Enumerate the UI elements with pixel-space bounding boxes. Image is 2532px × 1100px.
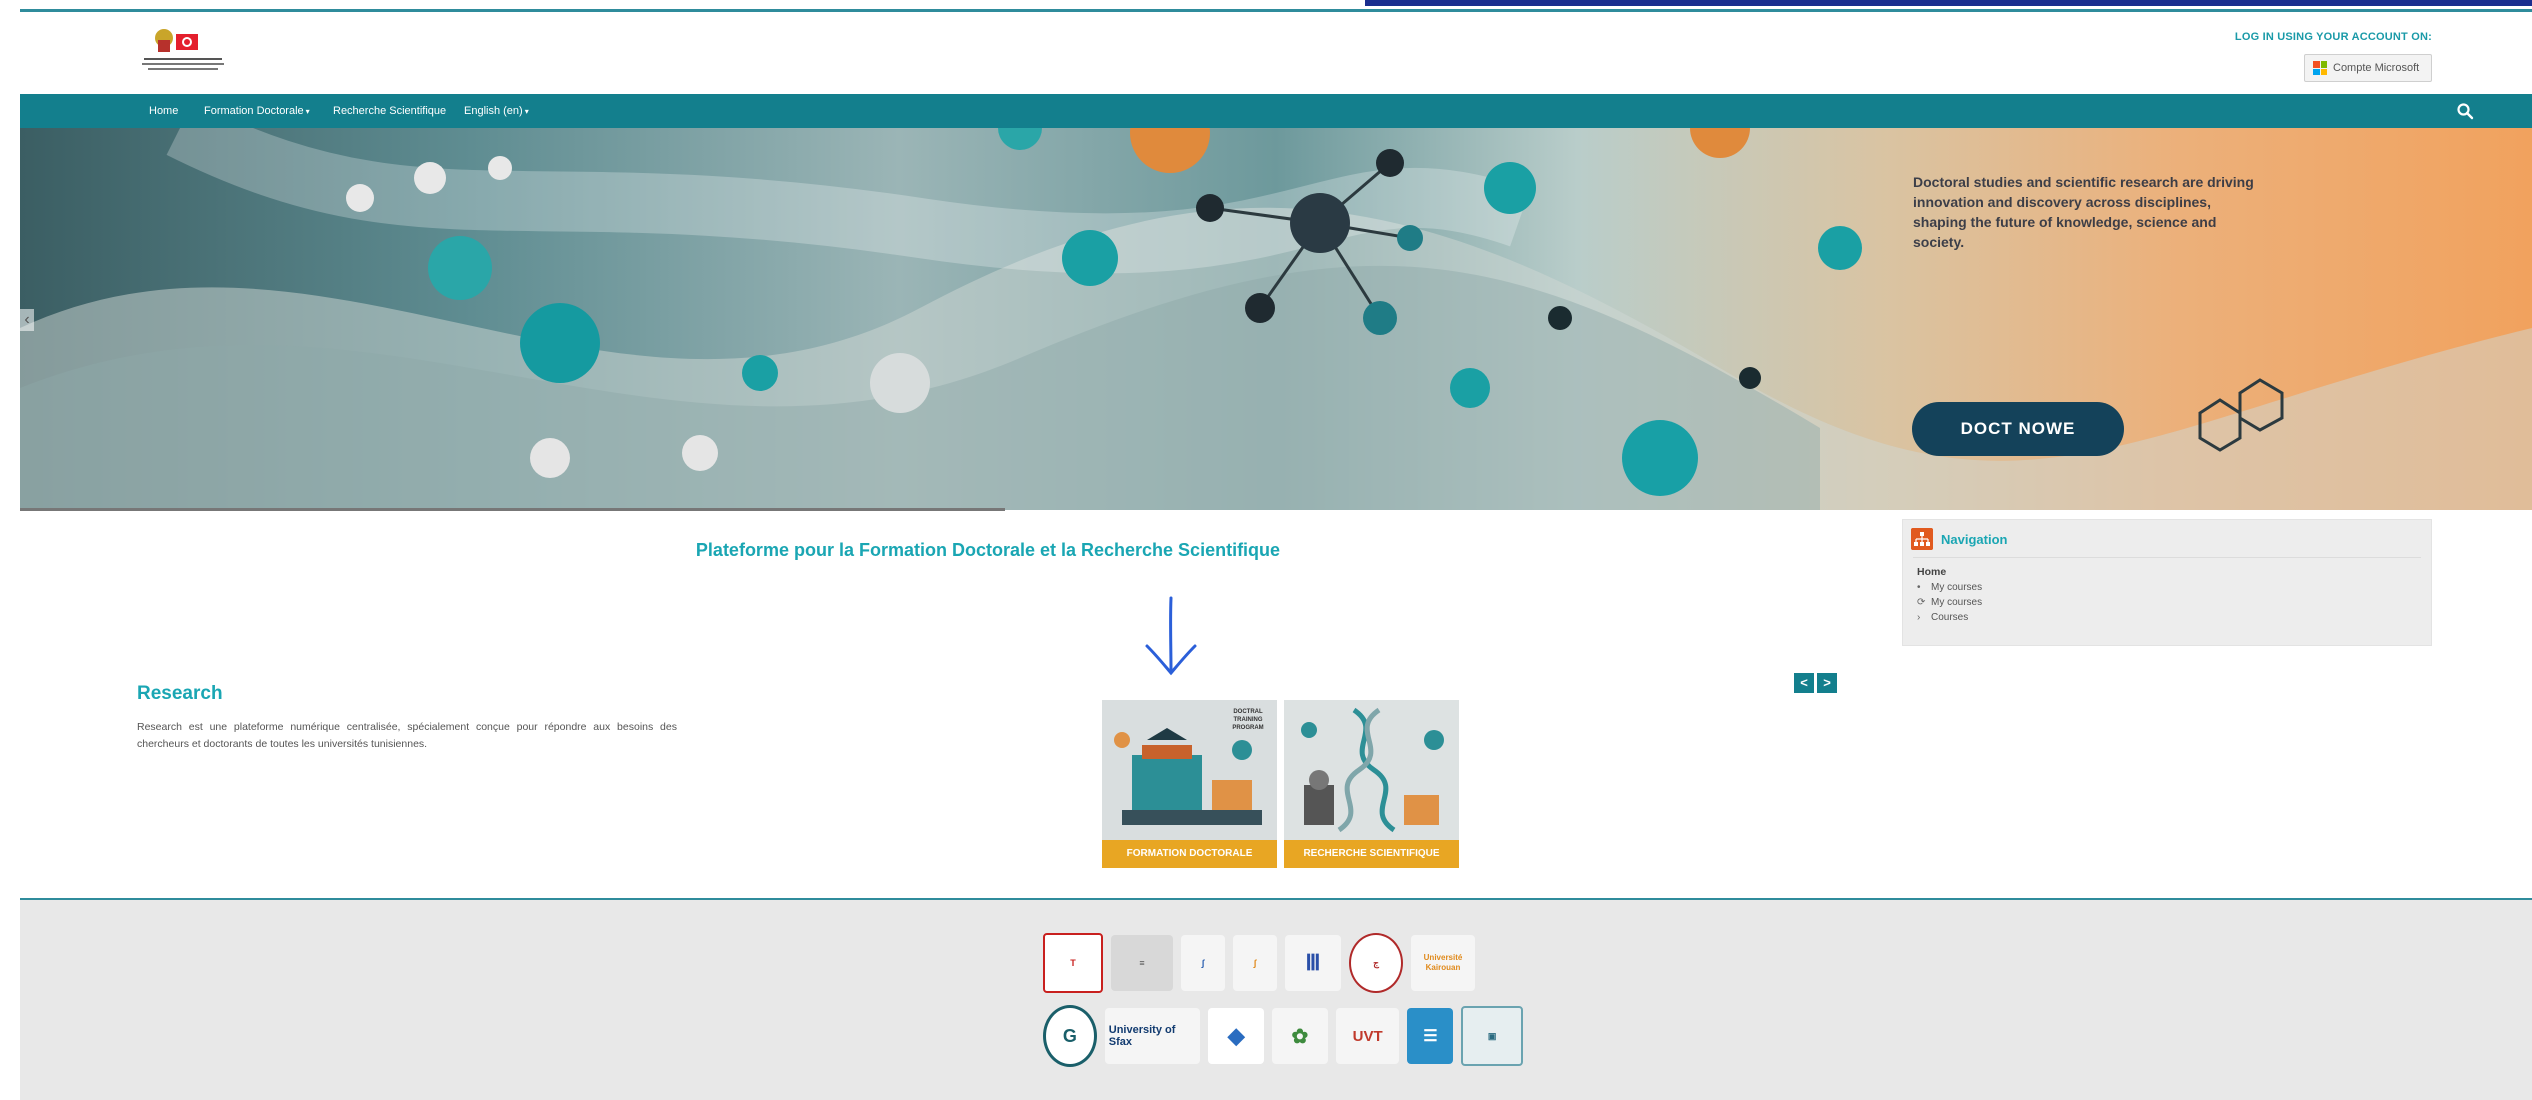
hero-text: Doctoral studies and scientific research… — [1913, 174, 2254, 250]
search-icon[interactable] — [2456, 102, 2474, 120]
logo-manouba[interactable]: ≡ — [1111, 935, 1173, 991]
top-accent-bar — [1365, 0, 2532, 6]
research-description: Research est une plateforme numérique ce… — [137, 721, 677, 750]
refresh-icon: ⟳ — [1917, 597, 1926, 608]
hero-cta-button[interactable]: DOCT NOWE — [1912, 402, 2124, 456]
nav-language[interactable]: English (en) ▾ — [464, 94, 529, 128]
top-divider — [20, 9, 2532, 12]
logo-carthage[interactable]: Ⅲ — [1285, 935, 1341, 991]
logo-monastir[interactable]: ◆ — [1208, 1008, 1265, 1064]
logo-tunis-el-manar[interactable]: T — [1043, 933, 1103, 993]
microsoft-login-button[interactable]: Compte Microsoft — [2304, 54, 2432, 82]
chevron-right-icon: › — [1917, 612, 1921, 623]
caret-down-icon: ▾ — [524, 107, 529, 116]
logo-zitouna[interactable]: ✿ — [1272, 1008, 1328, 1064]
main-navbar: Home Formation Doctorale ▾ Recherche Scie… — [20, 94, 2532, 128]
card-recherche-label: RECHERCHE SCIENTIFIQUE — [1284, 840, 1459, 868]
hero-progress-bar — [20, 508, 1005, 511]
card-formation-doctorale[interactable]: DOCTRAL TRAINING PROGRAM FORMATION DOCTO… — [1102, 700, 1277, 868]
caret-down-icon: ▾ — [305, 107, 310, 116]
navigation-item-my-courses[interactable]: • My courses — [1917, 582, 1982, 593]
nav-formation-label: Formation Doctorale — [204, 105, 304, 117]
logo-gabes[interactable]: ∫ — [1181, 935, 1225, 991]
card-recherche-scientifique[interactable]: RECHERCHE SCIENTIFIQUE — [1284, 700, 1459, 868]
hero-prev-button[interactable]: ‹ — [20, 309, 34, 331]
logo-uvt[interactable]: UVT — [1335, 1008, 1400, 1064]
hero-banner: ‹ Doctoral studies and scientific resear… — [20, 128, 2532, 510]
navigation-item-label: My courses — [1931, 582, 1983, 593]
login-label: LOG IN USING YOUR ACCOUNT ON: — [2234, 31, 2432, 43]
logo-sfax[interactable]: University of Sfax — [1104, 1008, 1201, 1064]
navigation-item-label: My courses — [1931, 597, 1983, 608]
logo-tunis-building[interactable]: ▣ — [1461, 1006, 1523, 1066]
navigation-block: Navigation Home • My courses ⟳ My courses … — [1902, 519, 2432, 646]
bullet-icon: • — [1917, 582, 1921, 593]
logo-row-1: T ≡ ∫ ∫ Ⅲ ج Université Kairouan — [1043, 933, 1523, 993]
ministry-logo[interactable] — [138, 24, 228, 80]
recherche-scientifique-image — [1284, 700, 1459, 840]
microsoft-login-label: Compte Microsoft — [2333, 62, 2420, 74]
nav-formation-doctorale[interactable]: Formation Doctorale ▾ — [204, 94, 310, 128]
navigation-item-label: Courses — [1931, 612, 1969, 623]
logo-sousse[interactable]: ∫ — [1233, 935, 1277, 991]
logo-jendouba[interactable]: ج — [1349, 933, 1403, 993]
carousel-next-button[interactable]: > — [1817, 673, 1837, 693]
nav-home[interactable]: Home — [149, 94, 178, 128]
microsoft-icon — [2313, 61, 2327, 75]
navigation-item-courses[interactable]: › Courses — [1917, 612, 1968, 623]
nav-home-label: Home — [149, 105, 179, 117]
logo-row-2: G University of Sfax ◆ ✿ UVT ☰ ▣ — [1043, 1005, 1523, 1067]
navigation-divider — [1913, 557, 2421, 558]
card-formation-label: FORMATION DOCTORALE — [1102, 840, 1277, 868]
arrow-down-icon — [1145, 596, 1197, 676]
nav-language-label: English (en) — [464, 105, 523, 117]
navigation-item-my-courses-2[interactable]: ⟳ My courses — [1917, 597, 1982, 608]
platform-title: Plateforme pour la Formation Doctorale e… — [695, 540, 1281, 560]
logo-tunis[interactable]: ☰ — [1407, 1008, 1454, 1064]
research-title: Research — [137, 683, 223, 704]
navigation-home-link[interactable]: Home — [1917, 566, 1946, 578]
navigation-title: Navigation — [1941, 532, 2008, 547]
sitemap-icon — [1911, 528, 1933, 550]
logo-gafsa[interactable]: G — [1043, 1005, 1097, 1067]
card-image-caption: DOCTRAL TRAINING PROGRAM — [1232, 709, 1264, 731]
carousel-prev-button[interactable]: < — [1794, 673, 1814, 693]
university-logos: T ≡ ∫ ∫ Ⅲ ج Université Kairouan G Univer… — [1043, 933, 1523, 1079]
nav-recherche-scientifique[interactable]: Recherche Scientifique — [333, 94, 446, 128]
nav-recherche-label: Recherche Scientifique — [333, 105, 447, 117]
logo-kairouan[interactable]: Université Kairouan — [1411, 935, 1475, 991]
